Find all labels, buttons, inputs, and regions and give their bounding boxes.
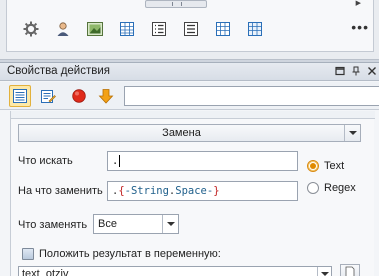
user-icon[interactable] [53, 19, 73, 39]
save-result-label: Положить результат в переменную: [39, 248, 221, 260]
mode-text-label: Text [324, 160, 345, 172]
edit-button[interactable] [37, 85, 59, 107]
list-icon[interactable] [181, 19, 201, 39]
panel-title-buttons [335, 66, 377, 76]
save-result-checkbox[interactable] [22, 248, 34, 260]
numbered-list-icon[interactable] [149, 19, 169, 39]
document-icon [345, 266, 355, 276]
radio-text[interactable] [307, 160, 319, 172]
chevron-down-icon[interactable] [344, 125, 360, 141]
what-replace-select[interactable]: Все [93, 214, 179, 234]
horizontal-scrollbar[interactable]: ▶ [13, 0, 371, 10]
replace-label: На что заменить [18, 185, 103, 197]
result-variable-value: text_otziv [22, 268, 69, 276]
replace-token: -String [124, 185, 169, 197]
table-grid-icon[interactable] [213, 19, 233, 39]
move-down-button[interactable] [95, 85, 117, 107]
table-grid-2-icon[interactable] [245, 19, 265, 39]
down-arrow-icon [98, 89, 114, 104]
top-toolbar-panel: ▶ ••• [0, 0, 379, 60]
replace-token: Space [175, 185, 207, 197]
find-value: . [112, 155, 119, 167]
close-icon[interactable] [367, 66, 377, 76]
find-label: Что искать [18, 155, 73, 167]
record-icon [72, 89, 86, 103]
find-field[interactable]: . [107, 151, 298, 171]
record-button[interactable] [68, 85, 90, 107]
toolbar-container: ▶ ••• [6, 0, 374, 52]
replace-field[interactable]: .{-String.Space-} [107, 181, 298, 201]
panel-title: Свойства действия [7, 65, 111, 77]
action-bar-input[interactable] [124, 86, 379, 106]
what-replace-label: Что заменять [18, 219, 88, 231]
mode-regex-label: Regex [324, 182, 356, 194]
table-icon[interactable] [117, 19, 137, 39]
scroll-right-icon[interactable]: ▶ [356, 0, 361, 7]
what-replace-value: Все [98, 218, 117, 230]
restore-icon[interactable] [335, 66, 345, 76]
panel-title-bar: Свойства действия [0, 63, 379, 81]
variable-picker-button[interactable] [340, 264, 360, 276]
gear-icon[interactable] [21, 19, 41, 39]
edit-icon [41, 90, 56, 103]
toolbar-buttons [21, 18, 265, 40]
chevron-down-icon[interactable] [162, 215, 178, 233]
properties-button[interactable] [9, 85, 31, 107]
mode-text-option[interactable]: Text [307, 160, 344, 172]
more-icon[interactable]: ••• [351, 20, 369, 34]
result-variable-field[interactable]: text_otziv [18, 266, 332, 276]
chevron-down-icon[interactable] [317, 267, 331, 276]
action-properties-panel: Свойства действия Замена Что искать . На… [0, 62, 379, 276]
operation-dropdown[interactable]: Замена [18, 124, 361, 142]
text-caret [119, 155, 121, 167]
properties-content: Замена Что искать . На что заменить .{-S… [10, 111, 375, 276]
properties-icon [13, 89, 27, 103]
content-header-strip [11, 111, 375, 119]
pin-icon[interactable] [351, 66, 361, 76]
mode-regex-option[interactable]: Regex [307, 182, 356, 194]
radio-regex[interactable] [307, 182, 319, 194]
image-icon[interactable] [85, 19, 105, 39]
replace-token: } [213, 185, 220, 197]
scrollbar-thumb[interactable] [145, 0, 207, 8]
action-toolbar [0, 82, 379, 110]
operation-value: Замена [162, 127, 201, 139]
